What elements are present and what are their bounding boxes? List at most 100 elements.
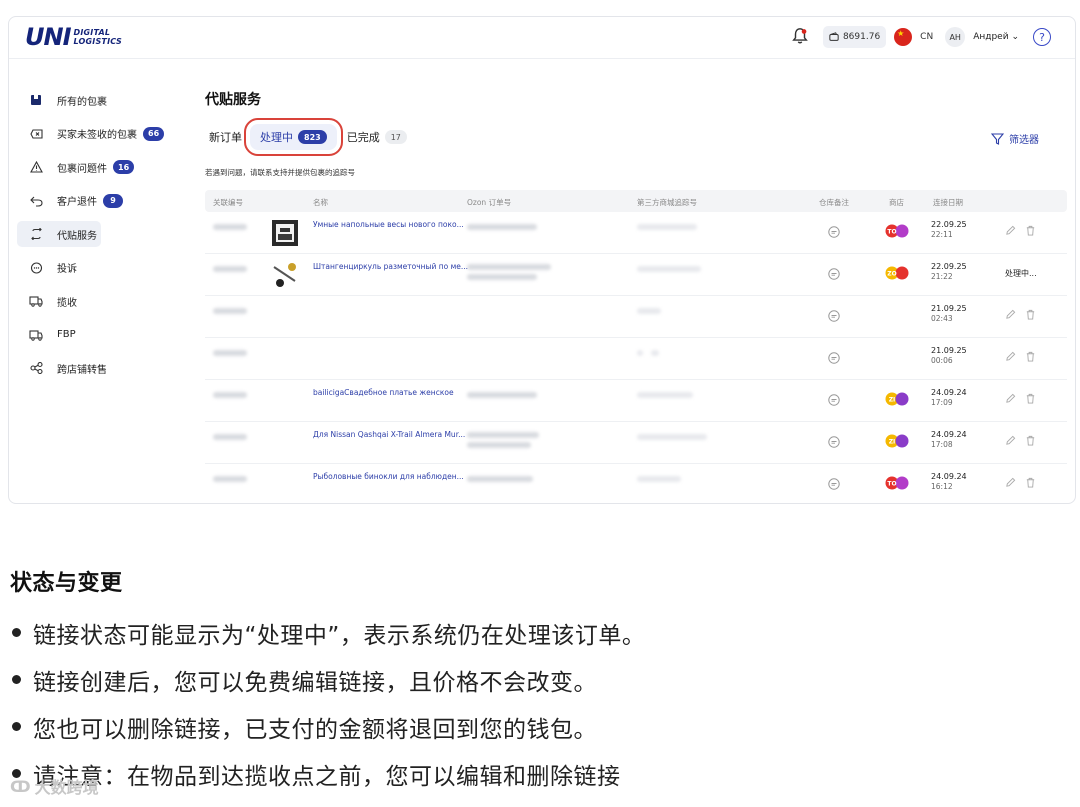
watermark-logo-icon: ↀ	[10, 776, 31, 796]
link-date: 24.09.24 16:12	[931, 472, 967, 492]
column-header-ref-number: 关联编号	[213, 198, 243, 207]
product-caliper-image[interactable]	[271, 261, 299, 289]
share-icon	[29, 361, 43, 375]
help-button[interactable]: ?	[1033, 28, 1051, 46]
sidebar-item-problem-parcels[interactable]: 包裹问题件 16	[17, 154, 197, 180]
bullet-item: 请注意：在物品到达揽收点之前，您可以编辑和删除链接	[10, 750, 645, 797]
sidebar-item-unreceived[interactable]: 买家未签收的包裹 66	[17, 121, 197, 147]
redacted-value	[467, 392, 537, 398]
box-icon	[29, 93, 43, 107]
orders-table: 关联编号 名称 Ozon 订单号 第三方商城追踪号 仓库备注 商店 连接日期 У…	[205, 190, 1067, 503]
redacted-value	[467, 476, 533, 482]
bullet-item: 您也可以删除链接，已支付的金额将退回到您的钱包。	[10, 703, 645, 750]
delete-icon[interactable]	[1025, 225, 1036, 236]
notification-bell-icon[interactable]	[791, 27, 811, 47]
edit-icon[interactable]	[1005, 435, 1016, 446]
link-date-day: 24.09.24	[931, 388, 967, 397]
svg-text:TO: TO	[887, 229, 896, 236]
product-name-link[interactable]: Рыболовные бинокли для наблюден...	[313, 472, 464, 481]
table-row[interactable]: Для Nissan Qashqai X-Trail Almera Mur...…	[205, 422, 1067, 464]
redacted-value	[637, 266, 701, 272]
filter-icon	[991, 132, 1004, 145]
link-date-day: 21.09.25	[931, 346, 967, 355]
filter-button[interactable]: 筛选器	[991, 131, 1039, 146]
completed-count-badge: 17	[384, 130, 407, 144]
avatar[interactable]: AH	[945, 27, 966, 47]
link-date: 24.09.24 17:08	[931, 430, 967, 450]
edit-icon[interactable]	[1005, 225, 1016, 236]
redacted-value	[637, 476, 681, 482]
sidebar-item-complaints[interactable]: 投诉	[17, 255, 197, 281]
table-row[interactable]: 21.09.25 00:06	[205, 338, 1067, 380]
sidebar-item-fbp[interactable]: FBP	[17, 322, 197, 348]
comment-icon[interactable]	[827, 477, 841, 491]
sidebar-item-all-parcels[interactable]: 所有的包裹	[17, 87, 197, 113]
edit-icon[interactable]	[1005, 351, 1016, 362]
link-date-time: 16:12	[931, 482, 953, 491]
row-actions	[1005, 225, 1036, 236]
column-header-ozon-order: Ozon 订单号	[467, 198, 512, 207]
product-name-link[interactable]: Штангенциркуль разметочный по ме...	[313, 262, 468, 271]
delete-icon[interactable]	[1025, 477, 1036, 488]
sidebar-item-returns[interactable]: 客户退件 9	[17, 188, 197, 214]
problem-count-badge: 16	[113, 160, 135, 174]
redacted-value	[651, 350, 659, 356]
product-name-link[interactable]: Умные напольные весы нового поко...	[313, 220, 464, 229]
logo[interactable]: UNI DIGITAL LOGISTICS	[25, 24, 122, 50]
sidebar-item-cross-store-resale[interactable]: 跨店铺转售	[17, 355, 197, 381]
tab-new-orders[interactable]: 新订单	[209, 124, 242, 150]
tab-completed[interactable]: 已完成 17	[347, 124, 407, 150]
shop-logo-icon: TO	[885, 476, 909, 490]
link-date: 24.09.24 17:09	[931, 388, 967, 408]
shop-logo-icon: ZO	[885, 266, 909, 280]
link-date-time: 22:11	[931, 230, 953, 239]
redacted-value	[213, 392, 247, 398]
column-header-tracking: 第三方商城追踪号	[637, 198, 697, 207]
header-actions: 8691.76 CN AH Андрей ⌄ ?	[791, 25, 1051, 49]
product-name-link[interactable]: bailicigaСвадебное платье женское	[313, 388, 454, 397]
sidebar-item-relabel-service[interactable]: 代贴服务	[17, 221, 101, 247]
table-row[interactable]: Штангенциркуль разметочный по ме... ZO 22.…	[205, 254, 1067, 296]
row-actions	[1005, 393, 1036, 404]
tab-processing[interactable]: 处理中 823	[244, 118, 343, 156]
table-row[interactable]: Умные напольные весы нового поко... TO 22.…	[205, 212, 1067, 254]
status-tabs: 新订单 处理中 823 已完成 17	[209, 118, 407, 156]
delete-icon[interactable]	[1025, 393, 1036, 404]
product-scale-image[interactable]	[271, 219, 299, 247]
edit-icon[interactable]	[1005, 393, 1016, 404]
user-menu[interactable]: Андрей ⌄	[973, 32, 1019, 42]
link-date: 21.09.25 02:43	[931, 304, 967, 324]
language-selector[interactable]: CN	[920, 32, 933, 42]
wallet-balance[interactable]: 8691.76	[822, 26, 887, 48]
redacted-value	[467, 274, 537, 280]
table-row[interactable]: bailicigaСвадебное платье женское ZI 24.09…	[205, 380, 1067, 422]
comment-icon[interactable]	[827, 351, 841, 365]
comment-icon[interactable]	[827, 225, 841, 239]
table-body: Умные напольные весы нового поко... TO 22.…	[205, 212, 1067, 503]
china-flag-icon[interactable]	[894, 28, 913, 46]
complaint-icon	[29, 261, 43, 275]
table-row[interactable]: Рыболовные бинокли для наблюден... TO 24.0…	[205, 464, 1067, 503]
sidebar: 所有的包裹 买家未签收的包裹 66 包裹问题件 16 客户退件 9 代贴服务 投…	[17, 87, 197, 389]
comment-icon[interactable]	[827, 393, 841, 407]
comment-icon[interactable]	[827, 309, 841, 323]
link-date-day: 22.09.25	[931, 220, 967, 229]
delete-icon[interactable]	[1025, 435, 1036, 446]
column-header-link-date: 连接日期	[933, 198, 963, 207]
sidebar-item-pickup[interactable]: 揽收	[17, 288, 197, 314]
link-date-time: 02:43	[931, 314, 953, 323]
fbp-truck-icon	[29, 328, 43, 342]
delete-icon[interactable]	[1025, 309, 1036, 320]
comment-icon[interactable]	[827, 435, 841, 449]
edit-icon[interactable]	[1005, 309, 1016, 320]
link-date: 22.09.25 21:22	[931, 262, 967, 282]
table-row[interactable]: 21.09.25 02:43	[205, 296, 1067, 338]
chevron-down-icon: ⌄	[1011, 32, 1019, 42]
edit-icon[interactable]	[1005, 477, 1016, 488]
relabel-icon	[29, 227, 43, 241]
redacted-value	[467, 432, 539, 438]
comment-icon[interactable]	[827, 267, 841, 281]
product-name-link[interactable]: Для Nissan Qashqai X-Trail Almera Mur...	[313, 430, 465, 439]
unreceived-count-badge: 66	[143, 126, 165, 141]
delete-icon[interactable]	[1025, 351, 1036, 362]
